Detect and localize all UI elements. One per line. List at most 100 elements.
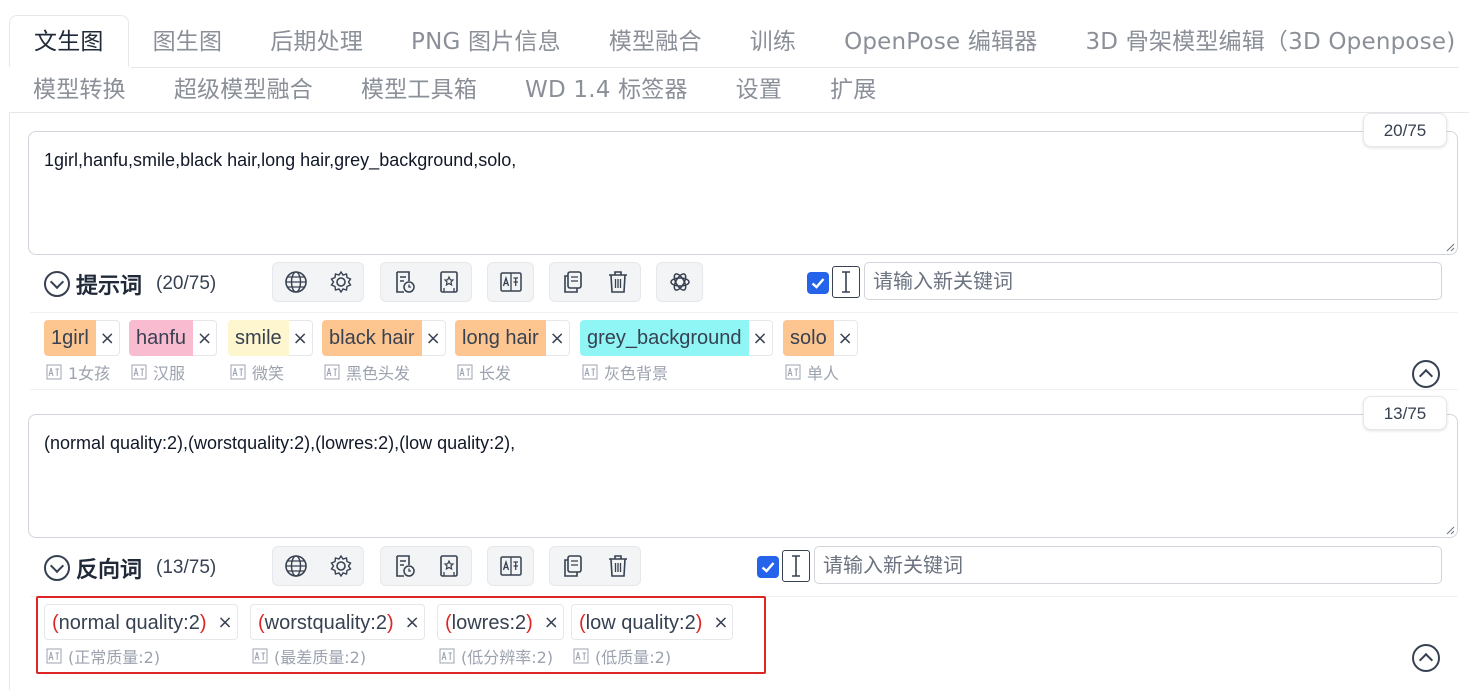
tag-translation-text: 长发 [479, 364, 512, 383]
translate-icon[interactable] [496, 551, 526, 581]
trash-icon[interactable] [603, 267, 633, 297]
positive-collapse-icon[interactable] [1412, 360, 1440, 388]
check-icon [811, 278, 825, 289]
close-icon[interactable]: × [545, 320, 570, 356]
negative-section-title: 反向词 [76, 558, 143, 583]
tag-item: grey_background × 灰色背景 [580, 320, 773, 383]
close-icon[interactable]: × [421, 320, 446, 356]
tab-wd14-tagger[interactable]: WD 1.4 标签器 [501, 66, 712, 114]
tag-chip[interactable]: black hair × [322, 320, 446, 356]
negative-text-cursor-box[interactable] [782, 550, 810, 582]
negative-collapse-icon[interactable] [1412, 644, 1440, 672]
tab-extras[interactable]: 后期处理 [246, 16, 387, 66]
openai-icon[interactable] [665, 267, 695, 297]
tag-label[interactable]: 1girl [44, 320, 96, 356]
tab-3d-openpose[interactable]: 3D 骨架模型编辑（3D Openpose) [1061, 16, 1469, 66]
history-icon[interactable] [389, 267, 419, 297]
negative-prompt-text: (normal quality:2),(worstquality:2),(low… [44, 433, 516, 453]
close-icon[interactable]: × [833, 320, 858, 356]
gear-icon[interactable] [326, 267, 356, 297]
tab-checkpoint-merger[interactable]: 模型融合 [585, 16, 726, 66]
tag-translation-text: 1女孩 [68, 364, 111, 383]
tab-model-convert[interactable]: 模型转换 [9, 66, 150, 114]
positive-text-cursor-box[interactable] [832, 266, 860, 298]
positive-keyword-input[interactable] [864, 262, 1442, 300]
check-icon [761, 562, 775, 573]
negative-token-counter: 13/75 [1363, 396, 1447, 430]
positive-btn-group-1 [272, 262, 364, 302]
tag-translation: 1女孩 [46, 360, 110, 384]
tag-label[interactable]: hanfu [129, 320, 194, 356]
tag-item: hanfu × 汉服 [129, 320, 218, 383]
positive-btn-group-4 [549, 262, 641, 302]
chevron-down-icon [44, 555, 70, 581]
tag-item: smile × 微笑 [228, 320, 313, 383]
negative-keyword-input[interactable] [814, 546, 1442, 584]
tab-settings[interactable]: 设置 [712, 66, 806, 114]
tag-label[interactable]: long hair [455, 320, 546, 356]
negative-btn-group-3 [487, 546, 534, 586]
positive-tag-area-divider-bottom [30, 389, 1458, 390]
close-icon[interactable]: × [748, 320, 773, 356]
negative-btn-group-4 [549, 546, 641, 586]
close-icon[interactable]: × [95, 320, 120, 356]
tag-chip[interactable]: 1girl × [44, 320, 120, 356]
tab-openpose-editor[interactable]: OpenPose 编辑器 [820, 16, 1061, 66]
tag-translation: 黑色头发 [324, 360, 410, 384]
positive-btn-group-3 [487, 262, 534, 302]
tag-chip[interactable]: smile × [228, 320, 313, 356]
translate-icon [324, 364, 340, 380]
positive-token-counter: 20/75 [1363, 113, 1447, 147]
tab-img2img[interactable]: 图生图 [129, 16, 247, 66]
positive-prompt-textarea[interactable]: 1girl,hanfu,smile,black hair,long hair,g… [28, 131, 1458, 255]
tab-model-toolkit[interactable]: 模型工具箱 [337, 66, 501, 114]
tag-chip[interactable]: hanfu × [129, 320, 218, 356]
trash-icon[interactable] [603, 551, 633, 581]
text-cursor-icon [842, 271, 850, 293]
tab-underline [131, 67, 1459, 68]
translate-icon[interactable] [496, 267, 526, 297]
gear-icon[interactable] [326, 551, 356, 581]
tag-label[interactable]: smile [228, 320, 289, 356]
highlight-box [36, 596, 766, 674]
globe-icon[interactable] [281, 551, 311, 581]
tag-chip[interactable]: grey_background × [580, 320, 773, 356]
tag-translation-text: 单人 [807, 364, 840, 383]
positive-section-toggle[interactable]: 提示词 (20/75) [44, 268, 216, 300]
copy-icon[interactable] [558, 551, 588, 581]
bookmark-icon[interactable] [434, 551, 464, 581]
globe-icon[interactable] [281, 267, 311, 297]
positive-keyword-checkbox[interactable] [807, 272, 829, 294]
tag-translation: 灰色背景 [582, 360, 668, 384]
positive-prompt-text: 1girl,hanfu,smile,black hair,long hair,g… [44, 150, 517, 170]
copy-icon[interactable] [558, 267, 588, 297]
bookmark-icon[interactable] [434, 267, 464, 297]
translate-icon [131, 364, 147, 380]
history-icon[interactable] [389, 551, 419, 581]
tag-translation-text: 汉服 [153, 364, 186, 383]
tag-label[interactable]: solo [783, 320, 834, 356]
close-icon[interactable]: × [193, 320, 218, 356]
tag-label[interactable]: grey_background [580, 320, 749, 356]
tag-chip[interactable]: long hair × [455, 320, 570, 356]
negative-btn-group-2 [380, 546, 472, 586]
positive-toolbar: 提示词 (20/75) [44, 262, 1444, 306]
translate-icon [582, 364, 598, 380]
tag-translation-text: 灰色背景 [604, 364, 669, 383]
negative-section-toggle[interactable]: 反向词 (13/75) [44, 552, 216, 584]
positive-tag-area-divider [30, 312, 1458, 313]
negative-prompt-textarea[interactable]: (normal quality:2),(worstquality:2),(low… [28, 414, 1458, 538]
tag-chip[interactable]: solo × [783, 320, 858, 356]
tab-train[interactable]: 训练 [726, 16, 820, 66]
negative-keyword-checkbox[interactable] [757, 556, 779, 578]
translate-icon [457, 364, 473, 380]
tab-extensions[interactable]: 扩展 [806, 66, 900, 114]
tab-super-merger[interactable]: 超级模型融合 [150, 66, 337, 114]
resize-handle-icon[interactable] [1445, 242, 1455, 252]
close-icon[interactable]: × [288, 320, 313, 356]
tab-png-info[interactable]: PNG 图片信息 [387, 16, 585, 66]
resize-handle-icon[interactable] [1445, 525, 1455, 535]
tab-txt2img[interactable]: 文生图 [9, 15, 129, 67]
tag-label[interactable]: black hair [322, 320, 422, 356]
tab-bar: 文生图 图生图 后期处理 PNG 图片信息 模型融合 训练 OpenPose 编… [9, 15, 1459, 114]
